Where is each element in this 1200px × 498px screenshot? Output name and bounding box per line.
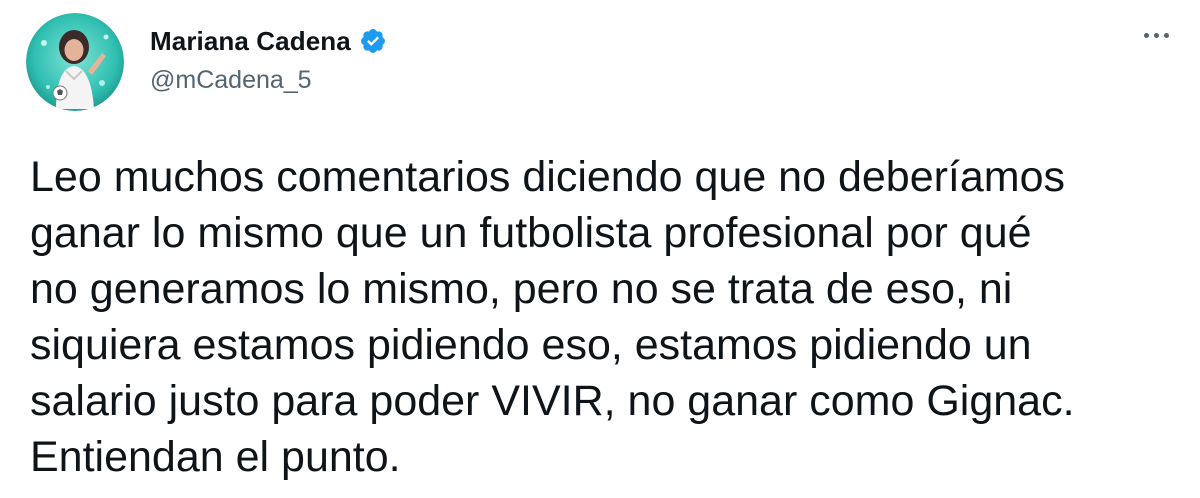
author-display-name[interactable]: Mariana Cadena [150, 26, 351, 57]
avatar[interactable] [26, 13, 124, 111]
tweet-card: Mariana Cadena @mCadena_5 Leo muchos com… [0, 0, 1200, 498]
tweet-text-line: siquiera estamos pidiendo eso, estamos p… [30, 321, 1032, 369]
tweet-text-line: no generamos lo mismo, pero no se trata … [30, 265, 1013, 313]
tweet-text-line: Entiendan el punto. [30, 433, 401, 481]
author-name-row: Mariana Cadena [150, 24, 387, 58]
tweet-text: Leo muchos comentarios diciendo que no d… [30, 149, 1190, 485]
author-handle[interactable]: @mCadena_5 [150, 66, 312, 95]
avatar-image [26, 13, 124, 111]
tweet-text-line: salario justo para poder VIVIR, no ganar… [30, 377, 1075, 425]
more-options-icon[interactable] [1136, 24, 1176, 46]
more-dot [1143, 32, 1149, 38]
more-dot [1153, 32, 1159, 38]
verified-badge-icon [359, 27, 387, 55]
more-dot [1163, 32, 1169, 38]
tweet-text-line: ganar lo mismo que un futbolista profesi… [30, 209, 1032, 257]
tweet-text-line: Leo muchos comentarios diciendo que no d… [30, 153, 1066, 201]
